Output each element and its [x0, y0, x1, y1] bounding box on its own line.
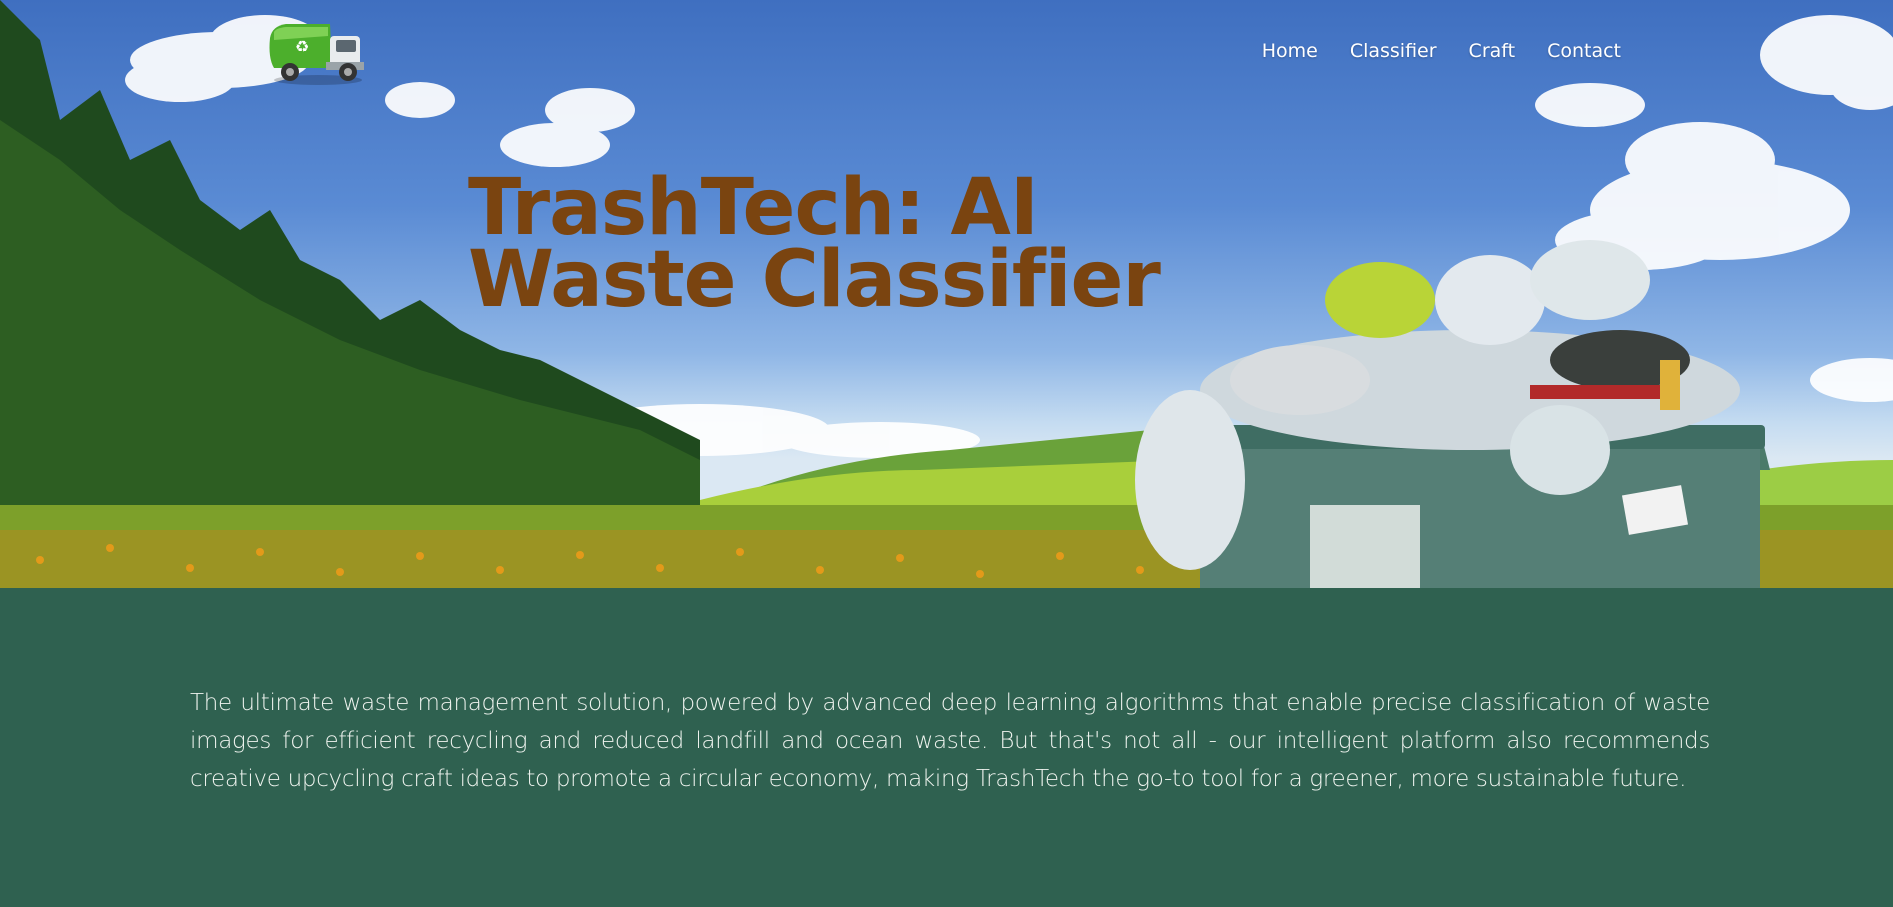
hero-title: TrashTech: AI Waste Classifier [468, 163, 1161, 325]
nav-home-link[interactable]: Home [1262, 40, 1318, 62]
intro-section: The ultimate waste management solution, … [0, 588, 1893, 907]
svg-text:♻: ♻ [295, 37, 309, 56]
intro-paragraph: The ultimate waste management solution, … [190, 690, 1710, 792]
nav-contact-link[interactable]: Contact [1547, 40, 1621, 62]
nav-craft-link[interactable]: Craft [1469, 40, 1516, 62]
hero-banner: ♻ Home Classifier Craft Contact TrashTec… [0, 0, 1893, 588]
nav-classifier-link[interactable]: Classifier [1350, 40, 1437, 62]
main-nav: Home Classifier Craft Contact [1262, 40, 1621, 62]
garbage-truck-icon[interactable]: ♻ [266, 18, 370, 86]
